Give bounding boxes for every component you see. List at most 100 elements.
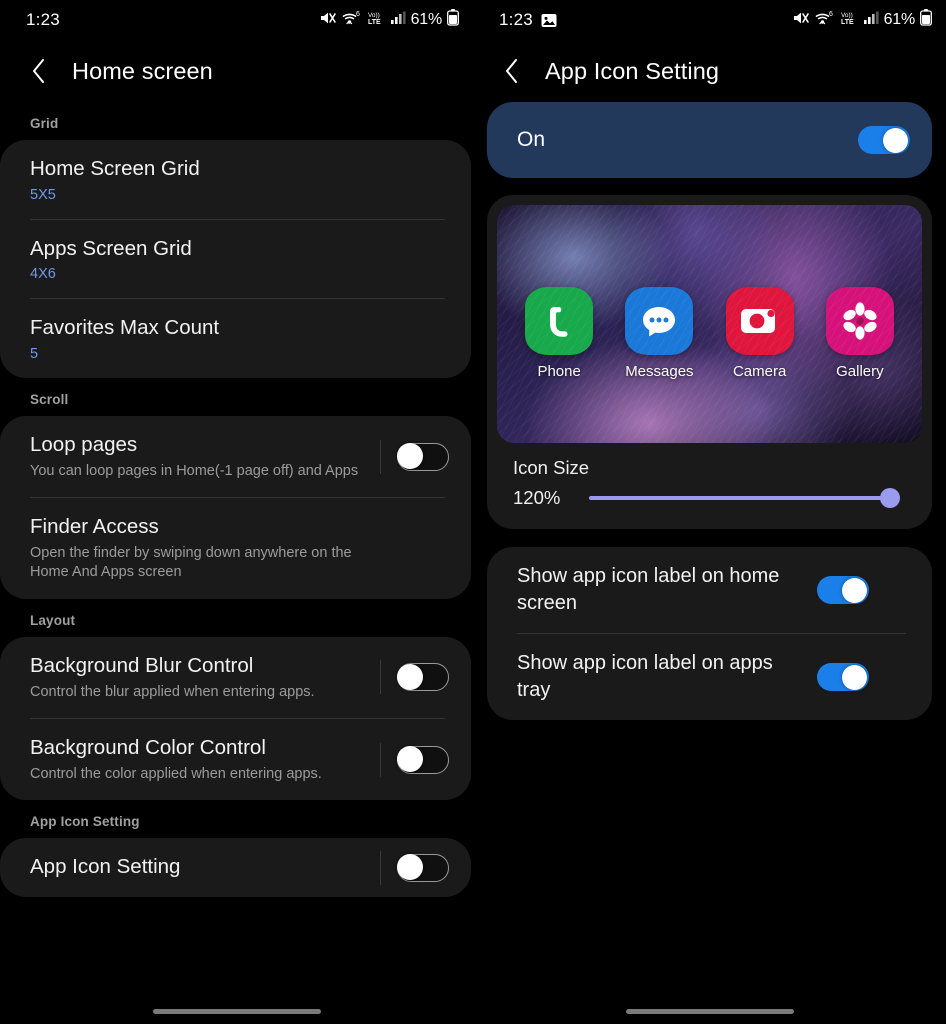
app-bar: App Icon Setting bbox=[473, 40, 946, 102]
row-title: Home Screen Grid bbox=[30, 157, 200, 180]
setting-row-finder-access[interactable]: Finder Access Open the finder by swiping … bbox=[0, 498, 471, 599]
page-title: Home screen bbox=[72, 57, 213, 84]
volte-icon: Vo)) LTE bbox=[840, 10, 858, 31]
icon-size-value: 120% bbox=[513, 487, 561, 508]
master-switch-card[interactable]: On bbox=[487, 102, 932, 178]
row-texts: Finder Access Open the finder by swiping … bbox=[30, 498, 449, 599]
toggle-area bbox=[362, 439, 449, 474]
slider-thumb[interactable] bbox=[880, 488, 900, 508]
signal-bars-icon bbox=[390, 10, 406, 31]
wallpaper-preview: Phone Messages Camera Gallery bbox=[497, 205, 922, 443]
row-title: Background Color Control bbox=[30, 736, 266, 760]
app-icon-label: Camera bbox=[732, 363, 787, 380]
svg-text:Vo)): Vo)) bbox=[368, 12, 380, 19]
icon-size-slider-row[interactable]: 120% bbox=[497, 479, 922, 515]
row-title: Apps Screen Grid bbox=[30, 236, 192, 260]
row-texts: App Icon Setting bbox=[30, 838, 362, 897]
settings-card-app-icon-setting: App Icon Setting bbox=[0, 838, 471, 897]
left-screen-home-screen-settings: 1:23 6 Vo)) LTE 61% Home screen Grid Hom… bbox=[0, 0, 473, 1024]
phone-icon bbox=[525, 287, 594, 355]
home-indicator[interactable] bbox=[0, 1009, 473, 1014]
app-icon-camera[interactable]: Camera bbox=[717, 287, 803, 380]
section-header-scroll: Scroll bbox=[30, 391, 69, 407]
back-chevron-icon[interactable] bbox=[26, 58, 52, 84]
row-title: App Icon Setting bbox=[30, 855, 181, 879]
row-description: Open the finder by swiping down anywhere… bbox=[30, 544, 352, 581]
status-bar-clock: 1:23 bbox=[499, 10, 533, 29]
setting-row-home-screen-grid[interactable]: Home Screen Grid 5X5 bbox=[0, 140, 471, 219]
row-texts: Home Screen Grid 5X5 bbox=[30, 140, 449, 219]
home-indicator[interactable] bbox=[473, 1009, 946, 1014]
row-texts: Apps Screen Grid 4X6 bbox=[30, 220, 449, 299]
toggle-separator bbox=[380, 742, 381, 777]
row-title: Favorites Max Count bbox=[30, 316, 220, 340]
option-label: Show app icon label on home screen bbox=[517, 565, 780, 614]
wifi6-icon: 6 bbox=[815, 10, 835, 31]
page-title: App Icon Setting bbox=[545, 57, 720, 84]
toggle-show-app-icon-label-on-apps-tray[interactable] bbox=[817, 663, 869, 691]
row-title: Background Blur Control bbox=[30, 653, 254, 677]
row-title: Finder Access bbox=[30, 515, 159, 539]
settings-card-scroll: Loop pages You can loop pages in Home(-1 … bbox=[0, 415, 471, 599]
toggle-app-icon-setting[interactable] bbox=[397, 853, 449, 882]
app-icon-messages[interactable]: Messages bbox=[616, 287, 702, 380]
status-bar: 1:23 6 Vo)) LTE 61% bbox=[473, 0, 946, 40]
status-bar-clock: 1:23 bbox=[26, 10, 60, 29]
battery-icon bbox=[920, 9, 932, 31]
setting-row-app-icon-setting[interactable]: App Icon Setting bbox=[0, 838, 471, 897]
back-chevron-icon[interactable] bbox=[499, 58, 525, 84]
mute-icon bbox=[319, 10, 337, 31]
app-icon-label: Phone bbox=[537, 363, 581, 380]
app-icon-label: Gallery bbox=[836, 363, 884, 380]
status-bar: 1:23 6 Vo)) LTE 61% bbox=[0, 0, 473, 40]
svg-text:6: 6 bbox=[829, 11, 833, 18]
toggle-loop-pages[interactable] bbox=[397, 442, 449, 471]
row-value: 4X6 bbox=[30, 266, 56, 283]
toggle-area bbox=[362, 660, 449, 695]
icon-size-label: Icon Size bbox=[513, 457, 590, 478]
section-header-layout: Layout bbox=[30, 612, 76, 628]
option-row-show-app-icon-label-on-apps-tray[interactable]: Show app icon label on apps tray bbox=[487, 634, 932, 720]
toggle-separator bbox=[380, 439, 381, 474]
app-icon-gallery[interactable]: Gallery bbox=[817, 287, 903, 380]
toggle-area bbox=[362, 850, 449, 885]
wifi6-icon: 6 bbox=[342, 10, 362, 31]
icon-size-slider[interactable] bbox=[589, 487, 900, 509]
toggle-background-blur-control[interactable] bbox=[397, 663, 449, 692]
master-switch-toggle[interactable] bbox=[858, 126, 910, 154]
svg-text:Vo)): Vo)) bbox=[841, 12, 853, 19]
toggle-separator bbox=[380, 660, 381, 695]
messages-bubble-icon bbox=[625, 287, 694, 355]
screenshot-icon bbox=[541, 13, 557, 28]
toggle-separator bbox=[380, 850, 381, 885]
status-bar-icons: 6 Vo)) LTE 61% bbox=[319, 9, 459, 31]
row-description: Control the color applied when entering … bbox=[30, 765, 322, 782]
svg-text:LTE: LTE bbox=[368, 19, 381, 26]
slider-fill bbox=[589, 496, 900, 500]
option-row-show-app-icon-label-on-home-screen[interactable]: Show app icon label on home screen bbox=[487, 547, 932, 633]
row-title: Loop pages bbox=[30, 432, 138, 456]
setting-row-background-color-control[interactable]: Background Color Control Control the colo… bbox=[0, 719, 471, 800]
setting-row-background-blur-control[interactable]: Background Blur Control Control the blur … bbox=[0, 637, 471, 718]
toggle-show-app-icon-label-on-home-screen[interactable] bbox=[817, 576, 869, 604]
setting-row-apps-screen-grid[interactable]: Apps Screen Grid 4X6 bbox=[0, 220, 471, 299]
gallery-flower-icon bbox=[825, 287, 894, 355]
camera-icon bbox=[725, 287, 794, 355]
battery-percent-label: 61% bbox=[410, 11, 443, 28]
settings-card-layout: Background Blur Control Control the blur … bbox=[0, 636, 471, 801]
section-header-grid: Grid bbox=[30, 116, 59, 131]
setting-row-loop-pages[interactable]: Loop pages You can loop pages in Home(-1 … bbox=[0, 416, 471, 497]
master-switch-label: On bbox=[517, 128, 546, 151]
app-icon-phone[interactable]: Phone bbox=[516, 287, 602, 380]
app-icon-label: Messages bbox=[625, 363, 694, 380]
toggle-area bbox=[362, 742, 449, 777]
toggle-background-color-control[interactable] bbox=[397, 745, 449, 774]
row-value: 5 bbox=[30, 345, 39, 362]
setting-row-favorites-max-count[interactable]: Favorites Max Count 5 bbox=[0, 299, 471, 378]
signal-bars-icon bbox=[863, 10, 879, 31]
status-bar-icons: 6 Vo)) LTE 61% bbox=[792, 9, 932, 31]
svg-text:6: 6 bbox=[356, 11, 360, 18]
volte-icon: Vo)) LTE bbox=[367, 10, 385, 31]
row-description: Control the blur applied when entering a… bbox=[30, 683, 315, 700]
app-bar: Home screen bbox=[0, 40, 473, 102]
